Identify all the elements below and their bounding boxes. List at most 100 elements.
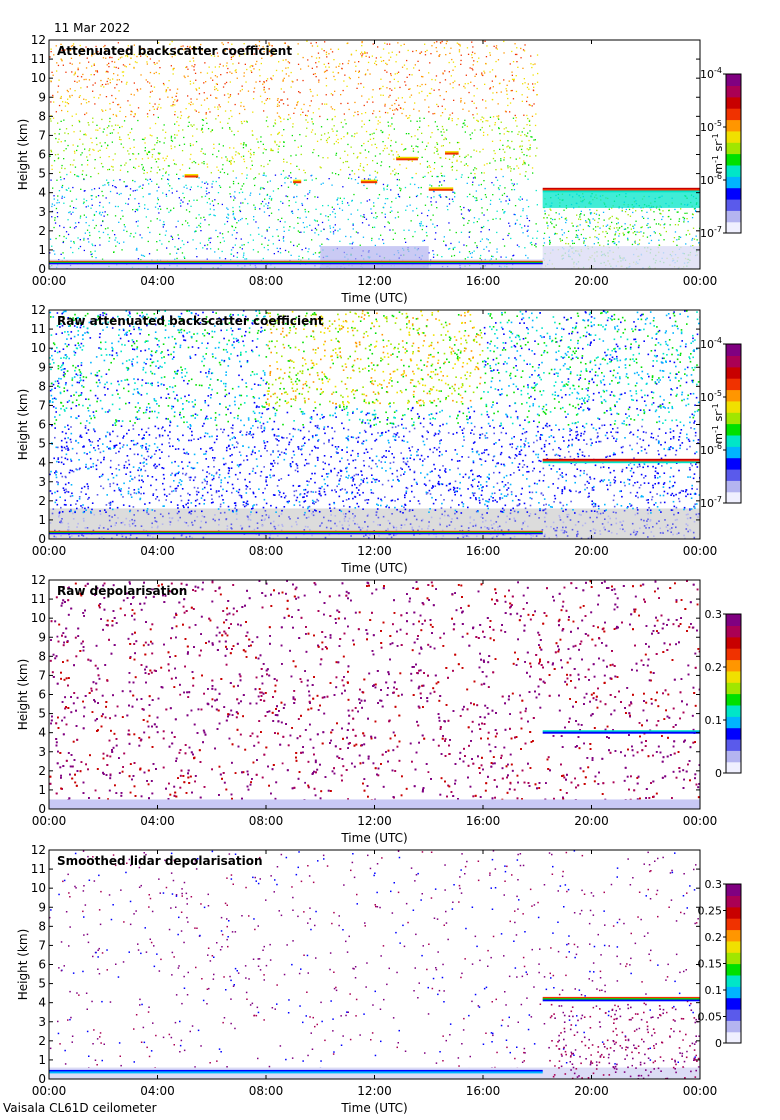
noise-pixel: [69, 205, 71, 207]
noise-pixel: [155, 489, 158, 491]
noise-pixel: [458, 49, 461, 51]
noise-pixel: [86, 164, 89, 166]
noise-pixel: [526, 96, 529, 98]
noise-pixel: [581, 451, 584, 453]
noise-pixel: [342, 89, 344, 92]
noise-pixel: [73, 227, 76, 229]
noise-pixel: [78, 247, 80, 250]
noise-pixel: [233, 195, 235, 197]
noise-pixel: [394, 232, 396, 234]
noise-pixel: [532, 74, 534, 76]
noise-pixel: [190, 466, 193, 469]
panel-title: Attenuated backscatter coefficient: [57, 44, 292, 58]
noise-pixel: [531, 244, 533, 246]
noise-pixel: [250, 65, 252, 67]
noise-pixel: [152, 106, 154, 108]
noise-pixel: [403, 149, 405, 151]
noise-pixel: [346, 133, 349, 135]
noise-pixel: [163, 477, 165, 480]
noise-pixel: [437, 175, 439, 178]
noise-pixel: [659, 532, 662, 534]
noise-pixel: [391, 201, 393, 203]
noise-pixel: [272, 235, 274, 238]
noise-pixel: [258, 354, 260, 357]
noise-pixel: [305, 114, 307, 116]
noise-pixel: [263, 81, 265, 83]
noise-pixel: [378, 110, 381, 112]
noise-pixel: [350, 213, 352, 215]
noise-pixel: [465, 245, 468, 247]
noise-pixel: [511, 189, 513, 191]
noise-pixel: [575, 234, 578, 236]
noise-pixel: [569, 428, 571, 430]
noise-pixel: [276, 229, 278, 231]
noise-pixel: [99, 94, 101, 96]
noise-pixel: [308, 248, 310, 250]
noise-pixel: [187, 125, 189, 127]
noise-pixel: [117, 67, 120, 69]
noise-pixel: [595, 226, 597, 228]
noise-pixel: [428, 521, 430, 523]
noise-pixel: [165, 417, 167, 420]
noise-pixel: [318, 81, 320, 83]
noise-pixel: [532, 172, 534, 174]
noise-pixel: [314, 73, 316, 75]
noise-pixel: [681, 393, 683, 396]
noise-pixel: [88, 224, 90, 227]
noise-pixel: [658, 428, 661, 430]
noise-pixel: [673, 513, 675, 516]
noise-pixel: [441, 40, 443, 43]
noise-pixel: [496, 91, 498, 94]
noise-pixel: [204, 153, 206, 155]
noise-pixel: [188, 121, 190, 123]
noise-pixel: [323, 63, 325, 65]
noise-pixel: [307, 211, 310, 213]
noise-pixel: [198, 214, 200, 216]
noise-pixel: [51, 358, 54, 361]
noise-pixel: [633, 227, 635, 229]
noise-pixel: [342, 126, 344, 128]
noise-pixel: [250, 511, 252, 513]
noise-pixel: [59, 171, 61, 173]
noise-pixel: [52, 316, 55, 318]
noise-pixel: [198, 177, 200, 179]
noise-pixel: [589, 516, 591, 519]
noise-pixel: [528, 164, 530, 166]
noise-pixel: [222, 237, 224, 239]
noise-pixel: [105, 96, 108, 98]
noise-pixel: [131, 360, 133, 363]
noise-pixel: [271, 78, 273, 81]
noise-pixel: [561, 381, 563, 383]
noise-pixel: [401, 97, 403, 99]
noise-pixel: [492, 86, 494, 88]
noise-pixel: [686, 218, 688, 220]
noise-pixel: [314, 252, 317, 254]
noise-pixel: [440, 507, 443, 509]
noise-pixel: [58, 190, 61, 192]
noise-pixel: [225, 374, 227, 376]
noise-pixel: [327, 216, 329, 218]
noise-pixel: [402, 346, 404, 348]
noise-pixel: [87, 159, 89, 161]
noise-pixel: [83, 178, 85, 180]
noise-pixel: [698, 322, 700, 325]
noise-pixel: [683, 508, 685, 511]
noise-pixel: [149, 58, 151, 60]
noise-pixel: [142, 184, 144, 186]
noise-pixel: [561, 472, 563, 474]
noise-pixel: [541, 434, 544, 436]
noise-pixel: [125, 162, 127, 164]
noise-pixel: [654, 470, 657, 473]
noise-pixel: [333, 109, 336, 111]
noise-pixel: [568, 356, 570, 358]
noise-pixel: [239, 90, 242, 92]
noise-pixel: [494, 152, 496, 155]
noise-pixel: [234, 244, 236, 246]
noise-pixel: [295, 177, 297, 180]
noise-pixel: [243, 75, 245, 77]
noise-pixel: [219, 186, 222, 188]
noise-pixel: [257, 227, 260, 229]
noise-pixel: [347, 528, 349, 530]
noise-pixel: [402, 108, 405, 110]
noise-pixel: [369, 73, 371, 75]
